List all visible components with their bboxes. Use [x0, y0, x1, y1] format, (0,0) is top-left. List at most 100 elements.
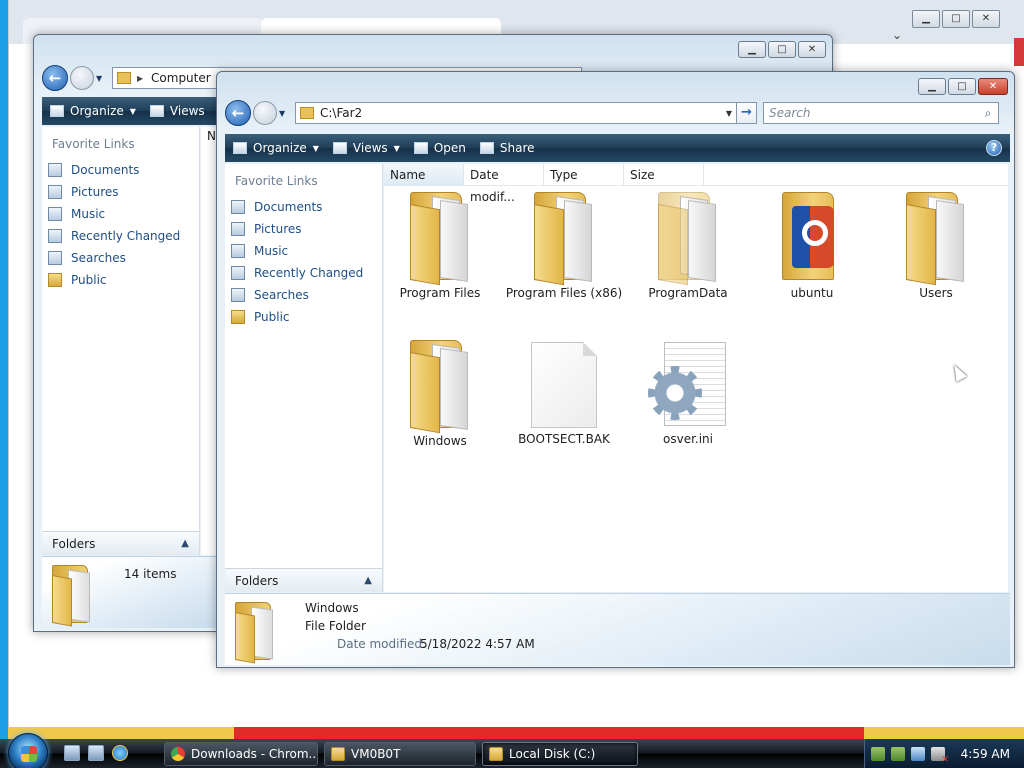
search-input[interactable]: Search ⌕ [763, 102, 999, 124]
column-header-type[interactable]: Type [544, 164, 624, 186]
column-header-name[interactable]: Name [384, 164, 464, 186]
file-item-program-files-x86[interactable]: Program Files (x86) [502, 190, 626, 300]
column-header-date-modified[interactable]: Date modif... [464, 164, 544, 204]
tray-app-icon[interactable] [871, 746, 885, 761]
file-item-windows[interactable]: Windows [378, 338, 502, 448]
go-arrow-button[interactable]: → [737, 102, 757, 124]
pictures-icon [231, 222, 245, 236]
search-icon[interactable]: ⌕ [978, 106, 998, 121]
navigation-pane: Favorite Links Documents Pictures Music … [42, 127, 200, 555]
nav-link-music[interactable]: Music [42, 203, 199, 225]
file-item-bootsect-bak[interactable]: BOOTSECT.BAK [502, 338, 626, 446]
back-button[interactable]: ← [42, 65, 68, 91]
navigation-bar: ← ▼ C:\Far2 ▼ → Search ⌕ [225, 100, 999, 126]
explorer-window-far2[interactable]: ▁ □ ✕ ← ▼ C:\Far2 ▼ → Search ⌕ Organize ▼… [216, 71, 1015, 668]
folder-icon [410, 338, 470, 434]
close-button[interactable]: ✕ [978, 78, 1008, 95]
share-button[interactable]: Share [479, 141, 535, 155]
clock[interactable]: 4:59 AM [961, 747, 1010, 761]
organize-button[interactable]: Organize ▼ [233, 141, 319, 155]
file-item-program-files[interactable]: Program Files [378, 190, 502, 300]
nav-link-searches[interactable]: Searches [225, 284, 382, 306]
close-button[interactable]: ✕ [798, 41, 826, 58]
column-header-size[interactable]: Size [624, 164, 704, 186]
forward-button[interactable] [253, 101, 277, 125]
column-headers: Name Date modif... Type Size [384, 164, 1008, 204]
folders-toggle[interactable]: Folders ▲ [42, 531, 199, 555]
file-item-ubuntu[interactable]: ubuntu [750, 190, 874, 300]
file-item-label: Windows [413, 434, 467, 448]
chevron-down-icon[interactable]: ⌄ [892, 28, 902, 42]
views-icon [332, 142, 347, 154]
folder-icon [410, 190, 470, 286]
show-desktop-icon[interactable] [64, 745, 80, 761]
taskbar-item-chrome[interactable]: Downloads - Chrom... [164, 742, 318, 766]
folder-icon [235, 602, 279, 664]
tray-app-icon[interactable] [891, 746, 905, 761]
taskbar-item-label: VM0B0T [351, 747, 401, 761]
views-button[interactable]: Views [149, 104, 205, 118]
address-dropdown-icon[interactable]: ▼ [722, 109, 736, 118]
nav-link-pictures[interactable]: Pictures [42, 181, 199, 203]
history-dropdown[interactable]: ▼ [96, 74, 106, 83]
file-item-label: BOOTSECT.BAK [518, 432, 610, 446]
nav-link-music[interactable]: Music [225, 240, 382, 262]
file-item-programdata[interactable]: ProgramData [626, 190, 750, 300]
nav-link-documents[interactable]: Documents [225, 196, 382, 218]
nav-link-documents[interactable]: Documents [42, 159, 199, 181]
switch-windows-icon[interactable] [88, 745, 104, 761]
nav-link-public[interactable]: Public [225, 306, 382, 328]
browser-maximize-button[interactable]: □ [942, 10, 970, 28]
browser-close-button[interactable]: ✕ [972, 10, 1000, 28]
views-button[interactable]: Views ▼ [332, 141, 400, 155]
caret-down-icon: ▼ [393, 143, 400, 153]
nav-link-searches[interactable]: Searches [42, 247, 199, 269]
organize-button[interactable]: Organize ▼ [50, 104, 136, 118]
pictures-icon [48, 185, 62, 199]
recently-changed-icon [48, 229, 62, 243]
internet-explorer-icon[interactable] [112, 745, 128, 761]
nav-link-recently-changed[interactable]: Recently Changed [42, 225, 199, 247]
volume-muted-icon[interactable] [931, 746, 949, 765]
share-icon [479, 142, 494, 154]
file-item-users[interactable]: Users [874, 190, 998, 300]
help-icon[interactable]: ? [986, 140, 1002, 156]
folders-toggle[interactable]: Folders ▲ [225, 568, 382, 592]
address-bar[interactable]: C:\Far2 ▼ [295, 102, 737, 124]
minimize-button[interactable]: ▁ [918, 78, 946, 95]
folder-icon [300, 107, 314, 119]
nav-link-public[interactable]: Public [42, 269, 199, 291]
start-button[interactable] [8, 733, 48, 768]
taskbar-item-local-disk[interactable]: Local Disk (C:) [482, 742, 638, 766]
folder-icon [331, 747, 345, 761]
organize-icon [50, 105, 64, 117]
nav-link-pictures[interactable]: Pictures [225, 218, 382, 240]
share-label: Share [499, 141, 535, 155]
back-button[interactable]: ← [225, 100, 251, 126]
taskbar-item-vm0b0t[interactable]: VM0B0T [324, 742, 476, 766]
open-button[interactable]: Open [413, 141, 466, 155]
background-banner [234, 727, 864, 739]
details-type: File Folder [305, 619, 366, 633]
folder-icon [534, 190, 594, 286]
history-dropdown[interactable]: ▼ [279, 109, 289, 118]
chevron-up-icon: ▲ [364, 575, 372, 586]
minimize-button[interactable]: ▁ [738, 41, 766, 58]
details-date-value: 5/18/2022 4:57 AM [420, 637, 535, 651]
browser-minimize-button[interactable]: ▁ [912, 10, 940, 28]
searches-icon [48, 251, 62, 265]
details-pane: 14 items [42, 556, 218, 628]
windows-logo-icon [21, 746, 37, 762]
file-item-label: Users [919, 286, 953, 300]
network-icon[interactable] [911, 746, 925, 761]
folder-icon [117, 72, 131, 84]
documents-icon [48, 163, 62, 177]
file-item-label: Program Files (x86) [505, 286, 623, 300]
nav-link-recently-changed[interactable]: Recently Changed [225, 262, 382, 284]
folder-icon [658, 190, 718, 286]
maximize-button[interactable]: □ [768, 41, 796, 58]
forward-button[interactable] [70, 66, 94, 90]
file-item-osver-ini[interactable]: osver.ini [626, 338, 750, 446]
favorite-links-header: Favorite Links [52, 137, 135, 151]
maximize-button[interactable]: □ [948, 78, 976, 95]
